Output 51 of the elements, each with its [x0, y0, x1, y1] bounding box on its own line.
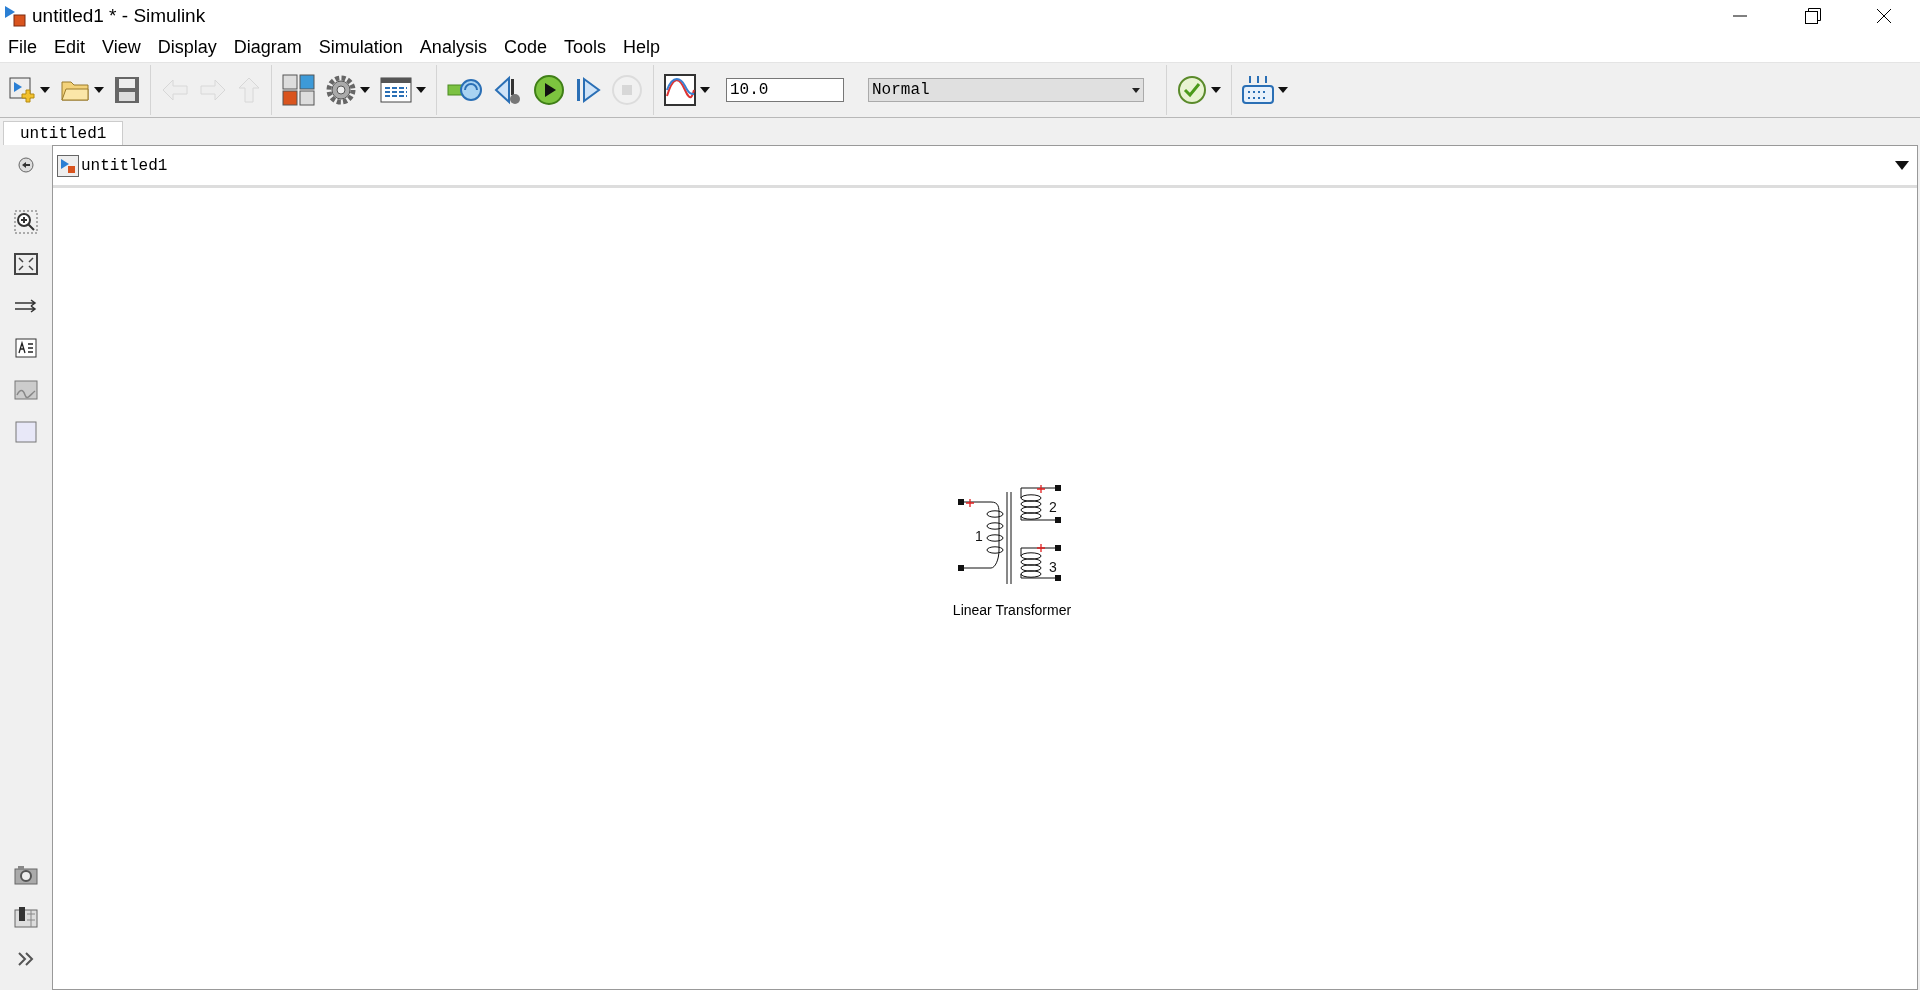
- caret-icon[interactable]: [1211, 87, 1221, 93]
- breadcrumb-link[interactable]: untitled1: [81, 153, 168, 178]
- stop-time-field[interactable]: 10.0: [726, 78, 844, 102]
- caret-icon[interactable]: [40, 87, 50, 93]
- new-model-icon[interactable]: [8, 76, 36, 104]
- restore-icon: [1805, 8, 1821, 24]
- block-label: Linear Transformer: [952, 601, 1072, 620]
- list-window-icon[interactable]: [380, 77, 412, 103]
- window-title: untitled1 * - Simulink: [32, 3, 206, 28]
- menu-item[interactable]: Edit: [54, 33, 86, 61]
- zoom-icon[interactable]: [14, 210, 38, 234]
- caret-icon: [1132, 87, 1140, 93]
- check-icon[interactable]: [1177, 75, 1207, 105]
- minimize-icon: [1733, 15, 1747, 17]
- gear-icon[interactable]: [326, 75, 356, 105]
- menu-item[interactable]: Code: [503, 33, 547, 61]
- menu-item[interactable]: Simulation: [318, 33, 403, 61]
- model-icon[interactable]: [57, 154, 79, 177]
- linear-transformer-block[interactable]: 1 2 3: [947, 484, 1077, 594]
- menu-item[interactable]: View: [102, 33, 141, 61]
- menu-item[interactable]: Display: [157, 33, 217, 61]
- save-icon[interactable]: [114, 76, 140, 104]
- refresh-icon[interactable]: [447, 77, 483, 103]
- camera-icon[interactable]: [14, 865, 38, 885]
- menu-item[interactable]: Diagram: [233, 33, 302, 61]
- fit-view-icon[interactable]: [14, 253, 38, 275]
- annotation-icon[interactable]: [15, 338, 37, 358]
- caret-icon[interactable]: [416, 87, 426, 93]
- close-icon: [1876, 8, 1892, 24]
- menu-item[interactable]: File: [8, 33, 37, 61]
- menu-item[interactable]: Help: [622, 33, 660, 61]
- play-icon[interactable]: [533, 74, 565, 106]
- menu-item[interactable]: Tools: [563, 33, 606, 61]
- step-forward-icon[interactable]: [575, 76, 601, 104]
- grid-icon[interactable]: [1242, 75, 1274, 105]
- back-icon[interactable]: [18, 157, 34, 173]
- menu-item[interactable]: Analysis: [419, 33, 487, 61]
- simulation-mode-dropdown[interactable]: Normal: [868, 78, 1144, 102]
- caret-icon[interactable]: [1895, 161, 1909, 170]
- model-tab[interactable]: untitled1: [3, 121, 124, 145]
- signal-arrows-icon[interactable]: [14, 298, 38, 314]
- library-icon[interactable]: [282, 74, 316, 106]
- caret-icon[interactable]: [94, 87, 104, 93]
- step-back-icon[interactable]: [493, 75, 523, 105]
- scope-icon[interactable]: [664, 74, 696, 106]
- caret-icon[interactable]: [700, 87, 710, 93]
- simulink-logo-icon: [4, 4, 26, 28]
- report-icon[interactable]: [14, 906, 38, 928]
- caret-icon[interactable]: [360, 87, 370, 93]
- caret-icon[interactable]: [1278, 87, 1288, 93]
- expand-icon[interactable]: [17, 952, 35, 966]
